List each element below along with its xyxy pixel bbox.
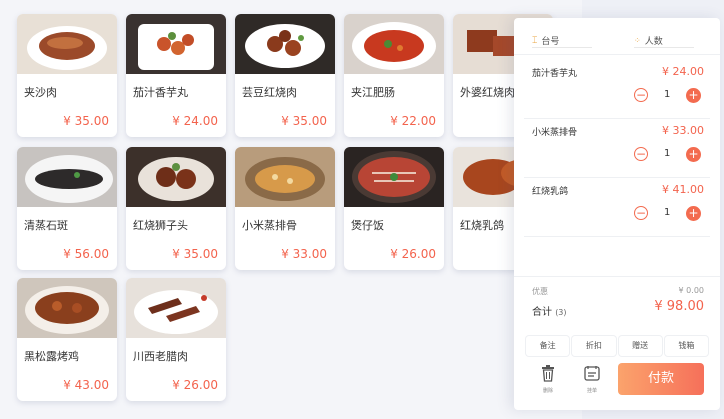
divider xyxy=(524,177,710,178)
dish-card[interactable]: 川西老腊肉 ¥ 26.00 xyxy=(126,278,226,401)
order-summary: 优惠 ¥ 0.00 合计 (3) ¥ 98.00 xyxy=(514,276,720,325)
order-item-qty: 1 xyxy=(664,89,671,100)
total-count: (3) xyxy=(555,308,567,317)
cash-drawer-button[interactable]: 钱箱 xyxy=(664,336,708,356)
order-item-price: ¥ 33.00 xyxy=(662,124,704,137)
dish-photo xyxy=(344,14,444,74)
total-value: ¥ 98.00 xyxy=(654,299,704,314)
decrease-button[interactable]: − xyxy=(634,88,648,102)
dish-card[interactable]: 夹江肥肠 ¥ 22.00 xyxy=(344,14,444,137)
table-label: 台号 xyxy=(541,37,560,47)
discount-value: ¥ 0.00 xyxy=(678,286,704,295)
dish-card[interactable]: 黑松露烤鸡 ¥ 43.00 xyxy=(17,278,117,401)
discount-label: 优惠 xyxy=(532,287,548,296)
people-icon: ⁘ xyxy=(634,36,641,45)
dish-card[interactable]: 芸豆红烧肉 ¥ 35.00 xyxy=(235,14,335,137)
pay-button[interactable]: 付款 xyxy=(618,363,704,395)
dish-name: 川西老腊肉 xyxy=(133,350,188,363)
dish-price: ¥ 35.00 xyxy=(63,114,109,128)
dish-card[interactable]: 茄汁香芋丸 ¥ 24.00 xyxy=(126,14,226,137)
hold-order-button[interactable]: 挂单 xyxy=(580,364,604,394)
gift-button[interactable]: 赠送 xyxy=(618,336,662,356)
order-item-qty: 1 xyxy=(664,207,671,218)
dish-card[interactable]: 煲仔饭 ¥ 26.00 xyxy=(344,147,444,270)
discount-button[interactable]: 折扣 xyxy=(572,336,616,356)
increase-button[interactable]: + xyxy=(686,206,701,221)
dish-price: ¥ 33.00 xyxy=(281,247,327,261)
trash-icon xyxy=(542,365,554,382)
dish-photo xyxy=(235,14,335,74)
dish-price: ¥ 26.00 xyxy=(172,378,218,392)
decrease-button[interactable]: − xyxy=(634,147,648,161)
dish-photo xyxy=(17,278,117,338)
order-item-qty: 1 xyxy=(664,148,671,159)
hold-label: 挂单 xyxy=(586,388,597,394)
dish-price: ¥ 35.00 xyxy=(281,114,327,128)
dish-photo xyxy=(126,14,226,74)
dish-photo xyxy=(17,14,117,74)
order-item-price: ¥ 24.00 xyxy=(662,65,704,78)
receipt-icon xyxy=(584,366,600,381)
dish-name: 红烧狮子头 xyxy=(133,219,188,232)
dish-price: ¥ 56.00 xyxy=(63,247,109,261)
dish-price: ¥ 43.00 xyxy=(63,378,109,392)
dish-name: 清蒸石斑 xyxy=(24,219,68,232)
table-icon: ⌶ xyxy=(532,35,538,46)
dish-card[interactable]: 清蒸石斑 ¥ 56.00 xyxy=(17,147,117,270)
dish-price: ¥ 22.00 xyxy=(390,114,436,128)
decrease-button[interactable]: − xyxy=(634,206,648,220)
dish-price: ¥ 35.00 xyxy=(172,247,218,261)
order-panel: ⌶ 台号 ⁘ 人数 茄汁香芋丸 ¥ 24.00 − 1 + 小米蒸排骨 ¥ 33… xyxy=(514,18,720,410)
increase-button[interactable]: + xyxy=(686,147,701,162)
dish-name: 夹江肥肠 xyxy=(351,86,395,99)
order-item-name: 红烧乳鸽 xyxy=(532,187,569,197)
dish-photo xyxy=(126,278,226,338)
divider xyxy=(524,236,710,237)
order-item: 茄汁香芋丸 ¥ 24.00 − 1 + xyxy=(514,65,720,124)
dish-name: 煲仔饭 xyxy=(351,219,384,232)
delete-button[interactable]: 删除 xyxy=(536,364,560,394)
dish-card[interactable]: 红烧狮子头 ¥ 35.00 xyxy=(126,147,226,270)
divider xyxy=(514,54,720,55)
dish-card[interactable]: 小米蒸排骨 ¥ 33.00 xyxy=(235,147,335,270)
order-item: 小米蒸排骨 ¥ 33.00 − 1 + xyxy=(514,124,720,183)
dish-name: 小米蒸排骨 xyxy=(242,219,297,232)
dish-price: ¥ 26.00 xyxy=(390,247,436,261)
people-label: 人数 xyxy=(644,37,663,47)
total-label: 合计 (3) xyxy=(532,303,567,318)
dish-name: 黑松露烤鸡 xyxy=(24,350,79,363)
dish-name: 红烧乳鸽 xyxy=(460,219,504,232)
people-selector[interactable]: ⁘ 人数 xyxy=(634,34,694,48)
dish-name: 茄汁香芋丸 xyxy=(133,86,188,99)
total-label-text: 合计 xyxy=(532,307,552,318)
dish-card[interactable]: 夹沙肉 ¥ 35.00 xyxy=(17,14,117,137)
note-button[interactable]: 备注 xyxy=(526,336,570,356)
dish-name: 夹沙肉 xyxy=(24,86,57,99)
order-item-name: 小米蒸排骨 xyxy=(532,128,578,138)
order-actions: 备注 折扣 赠送 钱箱 xyxy=(526,336,708,356)
delete-label: 删除 xyxy=(542,388,553,394)
order-item-name: 茄汁香芋丸 xyxy=(532,69,578,79)
order-item: 红烧乳鸽 ¥ 41.00 − 1 + xyxy=(514,183,720,242)
divider xyxy=(524,118,710,119)
dish-price: ¥ 24.00 xyxy=(172,114,218,128)
dish-name: 芸豆红烧肉 xyxy=(242,86,297,99)
menu-grid: 夹沙肉 ¥ 35.00 茄汁香芋丸 ¥ 24.00 芸豆红烧肉 ¥ 35.00 … xyxy=(0,0,560,419)
increase-button[interactable]: + xyxy=(686,88,701,103)
dish-photo xyxy=(344,147,444,207)
dish-photo xyxy=(126,147,226,207)
dish-photo xyxy=(17,147,117,207)
dish-name: 外婆红烧肉 xyxy=(460,86,515,99)
table-selector[interactable]: ⌶ 台号 xyxy=(532,34,592,48)
dish-photo xyxy=(235,147,335,207)
order-item-price: ¥ 41.00 xyxy=(662,183,704,196)
